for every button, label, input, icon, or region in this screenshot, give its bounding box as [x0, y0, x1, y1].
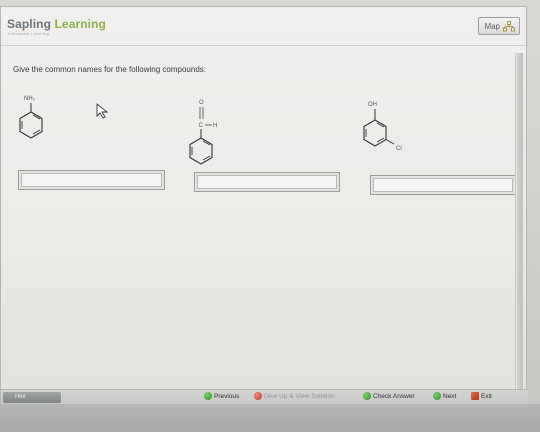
- sapling-logo: Sapling Learning: [7, 17, 106, 31]
- give-up-label: Give Up & View Solution: [264, 392, 335, 400]
- monitor-bezel-edge: [0, 404, 540, 432]
- header-bar: Sapling Learning Interactive Learning Ma…: [1, 7, 526, 46]
- screen: Sapling Learning Interactive Learning Ma…: [0, 0, 540, 432]
- answer-input-2[interactable]: [194, 172, 340, 192]
- compound-2-hydrogen-label: H: [213, 123, 217, 129]
- check-answer-label: Check Answer: [373, 392, 415, 400]
- compound-3-cl-label: Cl: [396, 146, 402, 152]
- compound-1-svg: NH₂: [19, 96, 43, 139]
- exit-button[interactable]: Exit: [471, 392, 492, 400]
- map-label: Map: [484, 21, 500, 31]
- compound-3-oh-label: OH: [368, 102, 377, 108]
- compound-2-structure: O C H: [183, 95, 229, 171]
- answer-input-1[interactable]: [18, 170, 165, 190]
- exit-door-icon: [471, 392, 479, 400]
- compound-2-carbon-label: C: [199, 123, 204, 129]
- exit-label: Exit: [481, 392, 492, 400]
- give-up-button[interactable]: Give Up & View Solution: [254, 392, 335, 400]
- logo-word-learning: Learning: [54, 17, 106, 31]
- compound-1-structure: NH₂: [11, 91, 51, 147]
- answer-input-3[interactable]: [370, 175, 516, 195]
- previous-button[interactable]: Previous: [204, 392, 239, 400]
- previous-label: Previous: [214, 392, 240, 400]
- assignment-window: Sapling Learning Interactive Learning Ma…: [0, 6, 528, 406]
- next-arrow-icon: [433, 392, 441, 400]
- logo-tagline: Interactive Learning: [8, 31, 50, 36]
- hint-label: Hint: [15, 394, 26, 400]
- check-icon: [363, 392, 371, 400]
- vertical-scrollbar[interactable]: ▼: [515, 53, 524, 398]
- previous-arrow-icon: [204, 392, 212, 400]
- compound-1-nh2-label: NH₂: [24, 96, 36, 102]
- compound-3-svg: OH Cl: [363, 102, 402, 152]
- next-button[interactable]: Next: [433, 392, 456, 400]
- compound-2-svg: O C H: [189, 100, 217, 165]
- map-button[interactable]: Map: [478, 17, 520, 35]
- compound-3-structure: OH Cl: [361, 99, 421, 159]
- logo-word-sapling: Sapling: [7, 17, 52, 31]
- scrollbar-thumb[interactable]: [517, 53, 523, 391]
- next-label: Next: [443, 392, 457, 400]
- check-answer-button[interactable]: Check Answer: [363, 392, 415, 400]
- compound-2-oxygen-label: O: [199, 100, 204, 106]
- hint-button[interactable]: Hint: [3, 392, 61, 403]
- question-prompt: Give the common names for the following …: [13, 65, 206, 74]
- give-up-x-icon: [254, 392, 262, 400]
- map-tree-icon: [503, 20, 515, 31]
- mouse-cursor-icon: [96, 103, 109, 119]
